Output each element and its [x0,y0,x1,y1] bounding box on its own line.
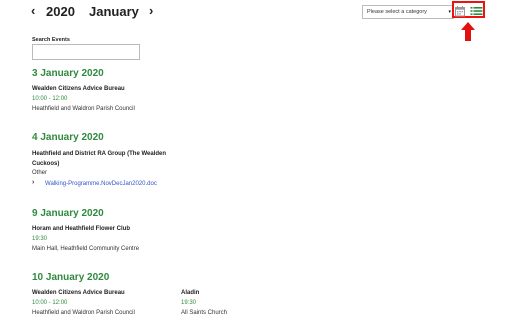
event-time: 19:30 [181,300,197,306]
event-venue: All Saints Church [181,310,228,316]
chevron-right-icon: › [32,179,35,186]
event-time: 19:30 [32,236,48,242]
search-events-label: Search Events [32,37,70,43]
year-label: 2020 [46,4,75,19]
calendar-view-button[interactable] [454,4,466,17]
category-select-value: Please select a category [367,9,427,15]
category-select[interactable]: Please select a category ▾ [362,5,454,19]
event-time: 10:00 - 12:00 [32,96,68,102]
event-title-link-continued[interactable]: Cuckoos) [32,159,59,169]
event-venue: Heathfield and Waldron Parish Council [32,106,135,112]
month-label: January [89,4,139,19]
event-title-link[interactable]: Heathfield and District RA Group (The We… [32,149,166,159]
day-heading: 3 January 2020 [32,68,104,79]
event-time: 10:00 - 12:00 [32,300,68,306]
event-title-link[interactable]: Wealden Citizens Advice Bureau [32,288,125,298]
event-title-link[interactable]: Horam and Heathfield Flower Club [32,224,130,234]
list-icon [470,7,483,15]
event-title-link[interactable]: Aladin [181,288,199,298]
day-heading: 9 January 2020 [32,208,104,219]
event-venue: Main Hall, Heathfield Community Centre [32,246,140,252]
day-heading: 10 January 2020 [32,272,110,283]
event-venue: Heathfield and Waldron Parish Council [32,310,135,316]
event-title-link[interactable]: Wealden Citizens Advice Bureau [32,84,125,94]
red-up-arrow-icon [461,22,475,42]
event-venue: Other [32,170,48,176]
attachment-link[interactable]: Walking-Programme.NovDecJan2020.doc [45,181,157,187]
day-heading: 4 January 2020 [32,132,104,143]
chevron-down-icon: ▾ [448,9,451,15]
list-view-button[interactable] [470,4,483,16]
calendar-icon [455,6,465,17]
search-input[interactable] [32,44,140,60]
prev-month-button[interactable]: ‹ [31,4,35,18]
next-month-button[interactable]: › [149,4,153,18]
